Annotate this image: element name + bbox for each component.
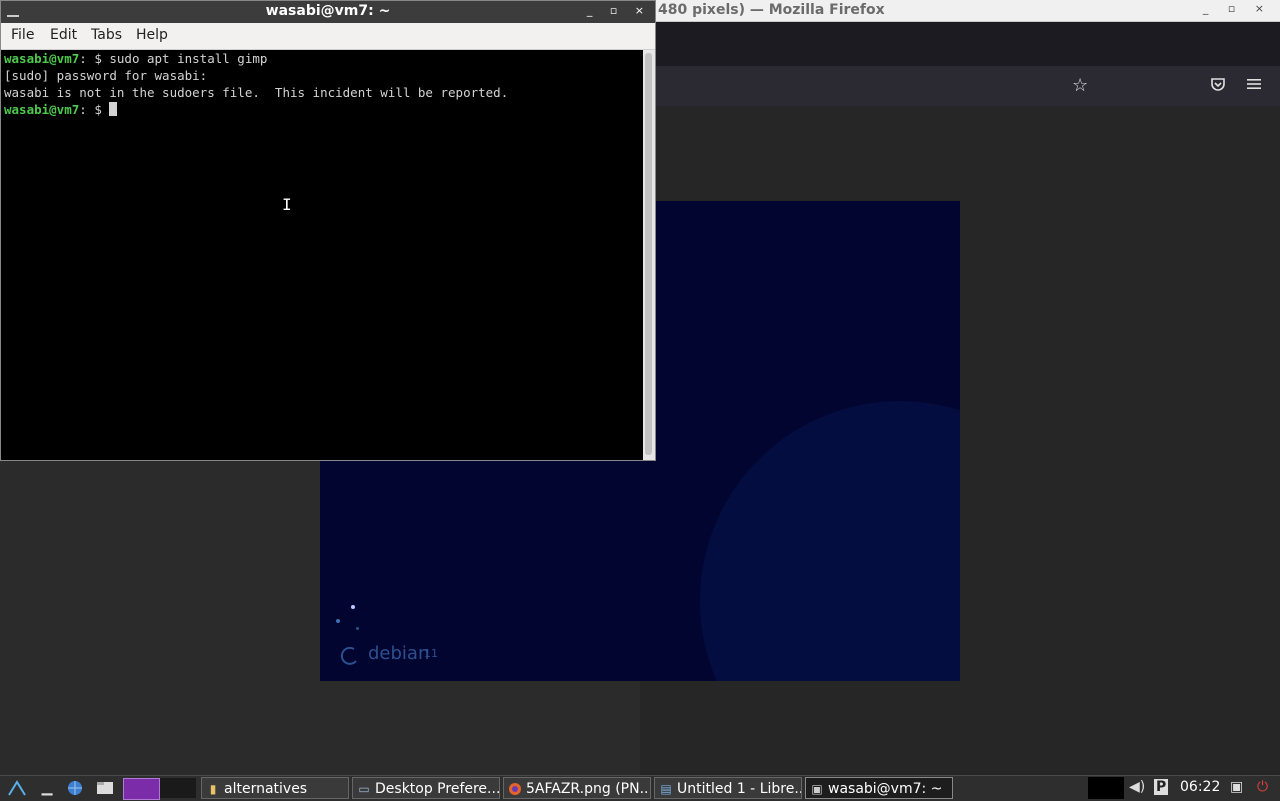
task-firefox[interactable]: 5AFAZR.png (PN... [503, 777, 651, 799]
task-label: alternatives [224, 781, 308, 797]
terminal-line: wasabi@vm7: $ [4, 101, 118, 118]
terminal-scrollbar[interactable] [643, 50, 655, 460]
task-libreoffice[interactable]: ▤ Untitled 1 - Libre... [654, 777, 802, 799]
cpu-monitor-widget [1088, 777, 1124, 799]
star-icon[interactable]: ☆ [1072, 76, 1088, 96]
terminal-line: [sudo] password for wasabi: [4, 68, 208, 83]
text-cursor [109, 102, 118, 116]
debian-swirl-icon [340, 645, 360, 671]
wallpaper-swoosh [700, 401, 960, 681]
window-icon: ▭ [358, 782, 370, 796]
start-menu-icon[interactable] [6, 778, 28, 798]
terminal-titlebar[interactable]: wasabi@vm7: ~ _ ▫ × [1, 1, 655, 23]
wallpaper-star [336, 619, 340, 623]
task-label: Desktop Prefere... [375, 781, 500, 797]
prompt-user: wasabi@vm7 [4, 102, 80, 117]
prompt-suffix: : $ [79, 51, 110, 66]
prompt-suffix: : $ [79, 102, 110, 117]
terminal-window-title: wasabi@vm7: ~ [265, 3, 391, 19]
firefox-tab-strip[interactable] [640, 22, 1280, 66]
volume-icon[interactable]: ◀) [1129, 779, 1145, 795]
workspace-switcher-icon[interactable] [123, 778, 160, 800]
terminal-line: wasabi is not in the sudoers file. This … [4, 85, 509, 100]
scrollbar-thumb[interactable] [645, 53, 652, 455]
menu-tabs[interactable]: Tabs [91, 27, 122, 43]
pocket-icon[interactable] [1210, 76, 1226, 97]
folder-icon: ▮ [209, 782, 217, 796]
clock[interactable]: 06:22 [1180, 779, 1220, 795]
lock-screen-icon[interactable]: ▣ [1230, 779, 1243, 795]
firefox-window-controls[interactable]: _ ▫ × [1203, 2, 1272, 15]
mouse-ibeam-cursor-icon: I [282, 195, 292, 214]
terminal-window: wasabi@vm7: ~ _ ▫ × File Edit Tabs Help … [0, 0, 656, 461]
wallpaper-star [356, 627, 359, 630]
terminal-icon: ▣ [811, 782, 823, 796]
taskbar: ▁ ▮ alternatives ▭ Desktop Prefere... 5A… [0, 775, 1280, 801]
hamburger-menu-icon[interactable] [1247, 76, 1261, 96]
firefox-titlebar[interactable]: 480 pixels) — Mozilla Firefox _ ▫ × [640, 0, 1280, 22]
workspace-2[interactable] [160, 778, 196, 798]
task-label: wasabi@vm7: ~ [828, 781, 943, 797]
firefox-nav-bar: ☆ [640, 66, 1280, 168]
prompt-user: wasabi@vm7 [4, 51, 80, 66]
terminal-window-controls[interactable]: _ ▫ × [587, 4, 651, 17]
terminal-line: wasabi@vm7: $ sudo apt install gimp [4, 50, 267, 67]
terminal-menubar: File Edit Tabs Help [1, 23, 655, 50]
task-label: 5AFAZR.png (PN... [526, 781, 651, 797]
firefox-window-title: 480 pixels) — Mozilla Firefox [658, 2, 885, 18]
task-alternatives[interactable]: ▮ alternatives [201, 777, 349, 799]
menu-help[interactable]: Help [136, 27, 168, 43]
task-desktop-preferences[interactable]: ▭ Desktop Prefere... [352, 777, 500, 799]
clipboard-icon[interactable]: P [1154, 779, 1169, 795]
document-icon: ▤ [660, 782, 672, 796]
menu-edit[interactable]: Edit [50, 27, 77, 43]
command-text: sudo apt install gimp [109, 51, 268, 66]
task-terminal[interactable]: ▣ wasabi@vm7: ~ [805, 777, 953, 799]
task-label: Untitled 1 - Libre... [677, 781, 802, 797]
firefox-icon [508, 782, 522, 796]
terminal-output[interactable]: wasabi@vm7: $ sudo apt install gimp [sud… [1, 50, 643, 460]
debian-logo-text: debian [368, 643, 430, 664]
show-desktop-icon[interactable]: ▁ [36, 778, 58, 798]
power-icon[interactable]: ⏻ [1257, 779, 1268, 795]
web-browser-icon[interactable] [64, 778, 86, 798]
wallpaper-star [351, 605, 355, 609]
debian-version: 11 [424, 647, 438, 660]
menu-file[interactable]: File [11, 27, 34, 43]
file-manager-icon[interactable] [94, 778, 116, 798]
